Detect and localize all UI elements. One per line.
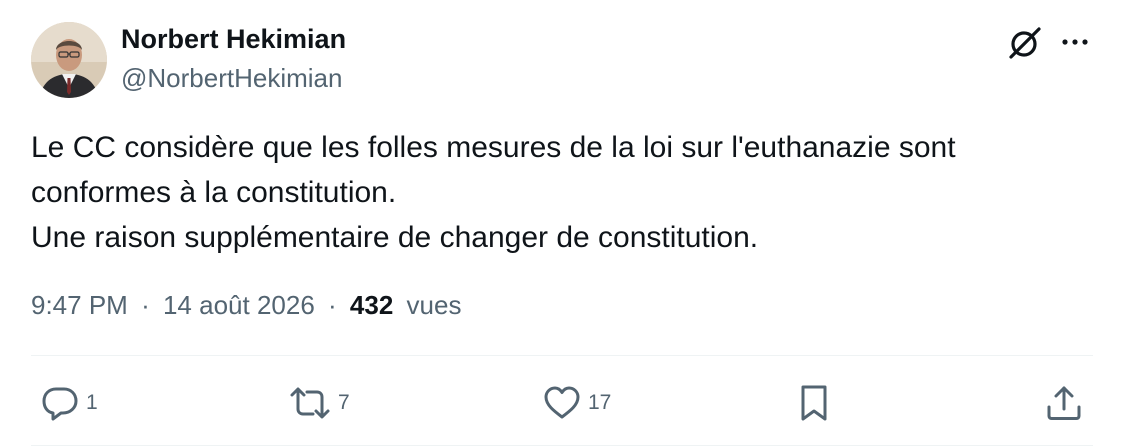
like-icon	[542, 383, 582, 423]
repost-count: 7	[338, 391, 350, 414]
tweet-card: Norbert Hekimian @NorbertHekimian Le CC …	[0, 0, 1123, 448]
tweet-time[interactable]: 9:47 PM	[31, 290, 128, 320]
author-name[interactable]: Norbert Hekimian	[121, 24, 346, 55]
reply-icon	[40, 383, 80, 423]
author-handle[interactable]: @NorbertHekimian	[121, 63, 342, 94]
grok-icon[interactable]	[1006, 24, 1044, 62]
views-label: vues	[406, 290, 462, 320]
more-options-icon[interactable]	[1060, 30, 1090, 54]
avatar[interactable]	[31, 22, 107, 98]
tweet-meta: 9:47 PM · 14 août 2026 · 432 vues	[31, 290, 461, 321]
like-button[interactable]: 17	[542, 383, 611, 423]
bookmark-icon	[796, 383, 832, 423]
reply-button[interactable]: 1	[40, 383, 98, 423]
tweet-text-line: Une raison supplémentaire de changer de …	[31, 221, 759, 254]
divider	[31, 355, 1093, 356]
repost-button[interactable]: 7	[288, 383, 350, 423]
tweet-text-line: Le CC considère que les folles mesures d…	[31, 131, 956, 164]
share-button[interactable]	[1044, 383, 1084, 423]
tweet-text-line: conformes à la constitution.	[31, 176, 397, 209]
meta-separator: ·	[328, 290, 337, 320]
share-icon	[1044, 383, 1084, 423]
reply-count: 1	[86, 391, 98, 414]
meta-separator: ·	[141, 290, 150, 320]
tweet-text: Le CC considère que les folles mesures d…	[31, 125, 1091, 260]
like-count: 17	[588, 391, 612, 414]
views-count: 432	[349, 290, 394, 320]
bookmark-button[interactable]	[796, 383, 832, 423]
tweet-date[interactable]: 14 août 2026	[163, 290, 315, 320]
divider	[31, 445, 1093, 446]
repost-icon	[288, 383, 332, 423]
